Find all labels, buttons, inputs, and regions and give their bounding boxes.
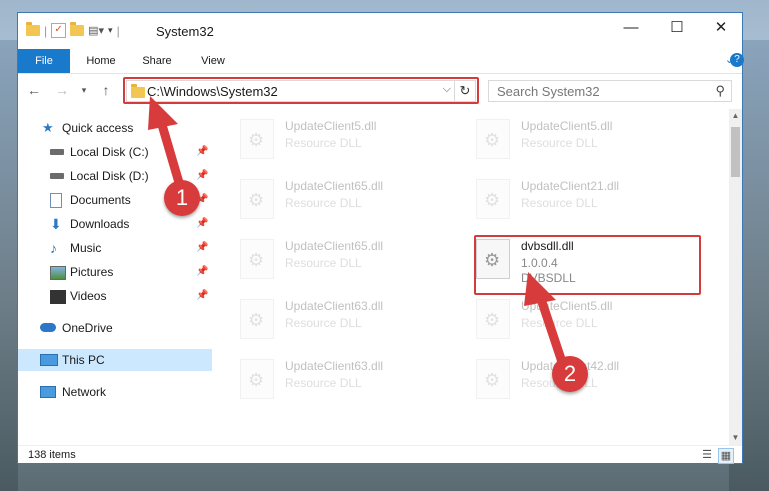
search-placeholder: Search System32 — [497, 84, 600, 99]
address-highlight-box — [123, 77, 479, 104]
new-folder-icon[interactable] — [70, 22, 85, 36]
sidebar-item-music[interactable]: ♪ Music 📌 — [18, 237, 212, 259]
properties-icon[interactable]: ✓ — [51, 23, 67, 38]
step-2-badge: 2 — [552, 356, 588, 392]
desktop-background — [0, 40, 18, 491]
tab-view[interactable]: View — [188, 49, 238, 73]
file-item[interactable]: UpdateClient21.dll Resource DLL — [476, 175, 696, 225]
search-input[interactable]: Search System32 ⚲ — [488, 80, 732, 102]
sidebar-item-local-disk-c[interactable]: Local Disk (C:) 📌 — [18, 141, 212, 163]
pin-icon[interactable]: 📌 — [196, 141, 208, 163]
dll-file-icon — [476, 179, 510, 219]
search-icon[interactable]: ⚲ — [715, 83, 725, 99]
drive-icon — [50, 173, 64, 179]
dll-file-icon — [240, 239, 274, 279]
dll-file-icon — [240, 179, 274, 219]
view-icon[interactable]: ▤▾ — [88, 24, 104, 37]
item-count: 138 items — [28, 449, 76, 461]
download-icon: ⬇ — [50, 216, 62, 232]
dll-file-icon — [476, 119, 510, 159]
details-view-icon[interactable]: ☰ — [700, 448, 714, 462]
document-icon — [50, 193, 62, 208]
dll-file-icon — [240, 299, 274, 339]
sidebar-item-onedrive[interactable]: OneDrive — [18, 317, 212, 339]
title-bar: | ✓ ▤▾ ▾ | System32 — ☐ ✕ — [18, 13, 742, 49]
video-icon — [50, 290, 66, 304]
dll-file-icon — [476, 359, 510, 399]
close-button[interactable]: ✕ — [698, 13, 744, 43]
step-1-badge: 1 — [164, 180, 200, 216]
scroll-thumb[interactable] — [731, 127, 740, 177]
dll-file-icon — [476, 299, 510, 339]
scroll-down-icon[interactable]: ▼ — [729, 431, 742, 445]
sidebar-item-quick-access[interactable]: ★ Quick access — [18, 117, 212, 139]
dll-file-icon — [240, 359, 274, 399]
back-icon[interactable]: ← — [24, 80, 44, 100]
sidebar-item-pictures[interactable]: Pictures 📌 — [18, 261, 212, 283]
sidebar-item-network[interactable]: Network — [18, 381, 212, 403]
ribbon-tabs: File Home Share View ⌄ ? — [18, 49, 744, 74]
file-highlight-box — [474, 235, 701, 295]
network-icon — [40, 386, 56, 398]
sidebar-item-downloads[interactable]: ⬇ Downloads 📌 — [18, 213, 212, 235]
customize-toolbar-icon[interactable]: ▾ — [108, 25, 113, 36]
navigation-pane: ★ Quick access Local Disk (C:) 📌 Local D… — [18, 109, 212, 449]
folder-icon[interactable] — [26, 22, 40, 36]
sidebar-item-this-pc[interactable]: This PC — [18, 349, 212, 371]
file-item[interactable]: UpdateClient63.dll Resource DLL — [240, 295, 460, 345]
sidebar-item-videos[interactable]: Videos 📌 — [18, 285, 212, 307]
cloud-icon — [40, 323, 56, 332]
pin-icon[interactable]: 📌 — [196, 213, 208, 235]
pictures-icon — [50, 266, 66, 280]
up-icon[interactable]: ↑ — [96, 80, 116, 100]
status-bar: 138 items ☰ ▦ — [18, 445, 742, 464]
file-item[interactable]: UpdateClient5.dll Resource DLL — [240, 115, 460, 165]
explorer-window: | ✓ ▤▾ ▾ | System32 — ☐ ✕ File Home Shar… — [17, 12, 744, 464]
pin-icon[interactable]: 📌 — [196, 285, 208, 307]
music-icon: ♪ — [50, 240, 57, 256]
scroll-up-icon[interactable]: ▲ — [729, 109, 742, 123]
help-icon[interactable]: ? — [730, 53, 744, 67]
large-icons-view-icon[interactable]: ▦ — [718, 448, 734, 464]
pin-icon[interactable]: 📌 — [196, 261, 208, 283]
computer-icon — [40, 354, 58, 366]
pin-icon[interactable]: 📌 — [196, 165, 208, 187]
maximize-button[interactable]: ☐ — [654, 13, 700, 43]
window-title: System32 — [156, 24, 214, 39]
quick-access-toolbar: | ✓ ▤▾ ▾ | — [26, 22, 120, 38]
file-item[interactable]: UpdateClient5.dll Resource DLL — [476, 115, 696, 165]
file-item[interactable]: UpdateClient65.dll Resource DLL — [240, 175, 460, 225]
dll-file-icon — [240, 119, 274, 159]
recent-locations-icon[interactable]: ▾ — [74, 80, 94, 100]
address-row: ← → ▾ ↑ C:\Windows\System32 ⌵ ↻ Search S… — [18, 74, 742, 108]
file-item[interactable]: UpdateClient63.dll Resource DLL — [240, 355, 460, 405]
tab-file[interactable]: File — [18, 49, 70, 73]
tab-home[interactable]: Home — [76, 49, 126, 73]
vertical-scrollbar[interactable]: ▲ ▼ — [729, 109, 742, 445]
forward-icon[interactable]: → — [52, 80, 72, 100]
file-item[interactable]: UpdateClient5.dll Resource DLL — [476, 295, 696, 345]
minimize-button[interactable]: — — [608, 13, 654, 43]
pin-icon[interactable]: 📌 — [196, 237, 208, 259]
file-item[interactable]: UpdateClient65.dll Resource DLL — [240, 235, 460, 285]
star-icon: ★ — [42, 120, 54, 135]
tab-share[interactable]: Share — [132, 49, 182, 73]
drive-icon — [50, 149, 64, 155]
